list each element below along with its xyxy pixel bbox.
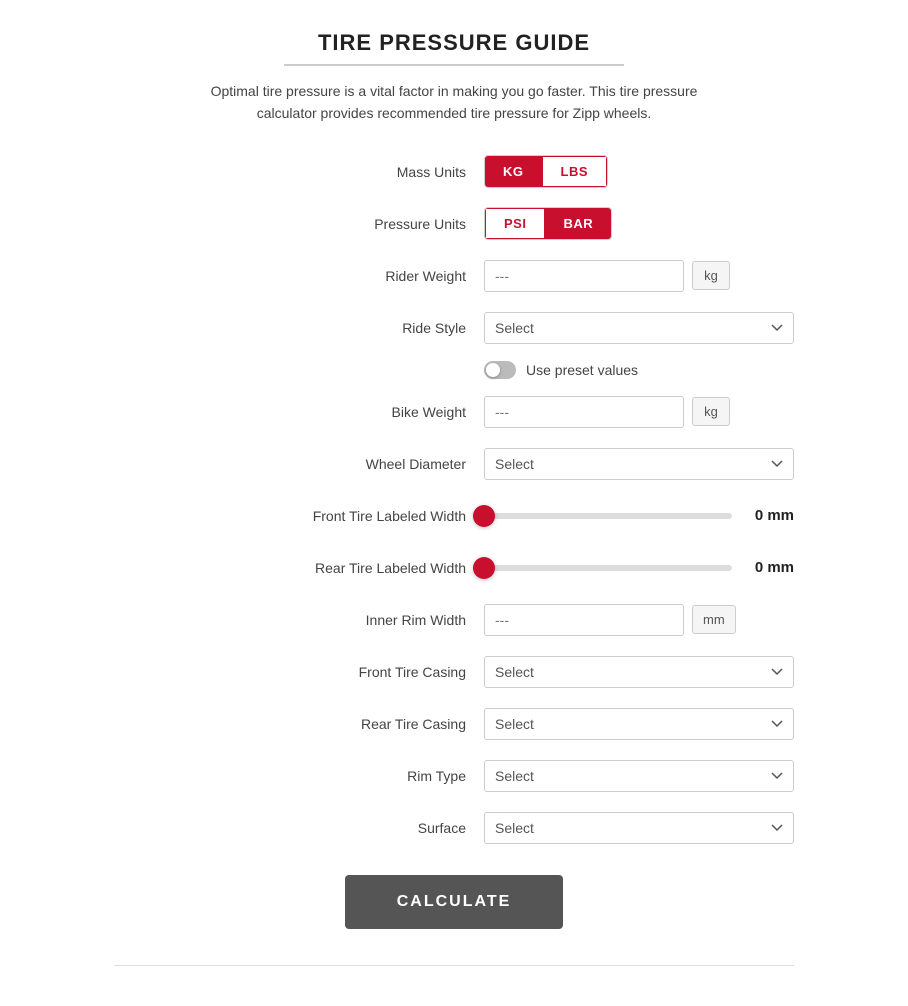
front-tire-casing-label: Front Tire Casing: [284, 664, 484, 680]
title-underline: [284, 64, 624, 66]
front-tire-width-control: 0 mm: [484, 507, 794, 524]
wheel-diameter-label: Wheel Diameter: [284, 456, 484, 472]
rear-tire-casing-row: Rear Tire Casing Select Clincher Tubeles…: [114, 705, 794, 743]
rear-tire-width-row: Rear Tire Labeled Width 0 mm: [114, 549, 794, 587]
rear-tire-casing-select[interactable]: Select Clincher Tubeless Tubular: [484, 708, 794, 740]
surface-select-wrapper: Select Road Gravel MTB: [484, 812, 794, 844]
rider-weight-control: kg: [484, 260, 794, 292]
pressure-bar-button[interactable]: BAR: [545, 208, 611, 239]
bike-weight-control: kg: [484, 396, 794, 428]
calculate-button[interactable]: CALCULATE: [345, 875, 564, 929]
front-tire-width-row: Front Tire Labeled Width 0 mm: [114, 497, 794, 535]
wheel-diameter-select-wrapper: Select 700c 650b 26": [484, 448, 794, 480]
surface-label: Surface: [284, 820, 484, 836]
subtitle: Optimal tire pressure is a vital factor …: [194, 80, 714, 125]
rear-tire-casing-label: Rear Tire Casing: [284, 716, 484, 732]
pressure-units-row: Pressure Units PSI BAR: [114, 205, 794, 243]
rear-tire-casing-control: Select Clincher Tubeless Tubular: [484, 708, 794, 740]
surface-select[interactable]: Select Road Gravel MTB: [484, 812, 794, 844]
preset-area: Use preset values: [484, 361, 794, 379]
preset-toggle-knob: [486, 363, 500, 377]
inner-rim-width-unit: mm: [692, 605, 736, 634]
pressure-psi-button[interactable]: PSI: [485, 208, 545, 239]
rider-weight-unit: kg: [692, 261, 730, 290]
mass-kg-button[interactable]: KG: [485, 156, 542, 187]
preset-row: Use preset values: [114, 361, 794, 379]
mass-units-row: Mass Units KG LBS: [114, 153, 794, 191]
mass-lbs-button[interactable]: LBS: [542, 156, 608, 187]
front-tire-width-value: 0 mm: [746, 507, 794, 524]
wheel-diameter-control: Select 700c 650b 26": [484, 448, 794, 480]
rear-tire-casing-select-wrapper: Select Clincher Tubeless Tubular: [484, 708, 794, 740]
surface-control: Select Road Gravel MTB: [484, 812, 794, 844]
preset-toggle[interactable]: [484, 361, 516, 379]
rear-tire-width-thumb[interactable]: [473, 557, 495, 579]
rider-weight-row: Rider Weight kg: [114, 257, 794, 295]
rim-type-select[interactable]: Select Clincher Hookless: [484, 760, 794, 792]
pressure-units-toggle-group: PSI BAR: [484, 207, 612, 240]
rim-type-label: Rim Type: [284, 768, 484, 784]
front-tire-casing-row: Front Tire Casing Select Clincher Tubele…: [114, 653, 794, 691]
mass-units-toggle-group: KG LBS: [484, 155, 608, 188]
rim-type-control: Select Clincher Hookless: [484, 760, 794, 792]
rider-weight-label: Rider Weight: [284, 268, 484, 284]
inner-rim-width-row: Inner Rim Width mm: [114, 601, 794, 639]
front-tire-casing-select-wrapper: Select Clincher Tubeless Tubular: [484, 656, 794, 688]
page-wrapper: TIRE PRESSURE GUIDE Optimal tire pressur…: [94, 0, 814, 1006]
form-section: Mass Units KG LBS Pressure Units PSI BAR…: [114, 153, 794, 929]
rear-tire-width-label: Rear Tire Labeled Width: [284, 560, 484, 576]
ride-style-select[interactable]: Select Racing Training Endurance: [484, 312, 794, 344]
mass-units-label: Mass Units: [284, 164, 484, 180]
title-section: TIRE PRESSURE GUIDE Optimal tire pressur…: [114, 30, 794, 125]
bike-weight-unit: kg: [692, 397, 730, 426]
ride-style-select-wrapper: Select Racing Training Endurance: [484, 312, 794, 344]
front-tire-width-thumb[interactable]: [473, 505, 495, 527]
wheel-diameter-row: Wheel Diameter Select 700c 650b 26": [114, 445, 794, 483]
rim-type-select-wrapper: Select Clincher Hookless: [484, 760, 794, 792]
surface-row: Surface Select Road Gravel MTB: [114, 809, 794, 847]
preset-label: Use preset values: [526, 362, 638, 378]
ride-style-control: Select Racing Training Endurance: [484, 312, 794, 344]
rider-weight-input[interactable]: [484, 260, 684, 292]
bottom-divider: [114, 965, 794, 967]
page-title: TIRE PRESSURE GUIDE: [114, 30, 794, 56]
front-tire-casing-select[interactable]: Select Clincher Tubeless Tubular: [484, 656, 794, 688]
front-tire-casing-control: Select Clincher Tubeless Tubular: [484, 656, 794, 688]
inner-rim-width-label: Inner Rim Width: [284, 612, 484, 628]
wheel-diameter-select[interactable]: Select 700c 650b 26": [484, 448, 794, 480]
rear-tire-width-value: 0 mm: [746, 559, 794, 576]
front-tire-width-label: Front Tire Labeled Width: [284, 508, 484, 524]
rim-type-row: Rim Type Select Clincher Hookless: [114, 757, 794, 795]
inner-rim-width-control: mm: [484, 604, 794, 636]
bike-weight-label: Bike Weight: [284, 404, 484, 420]
rear-tire-width-control: 0 mm: [484, 559, 794, 576]
front-tire-width-track[interactable]: [484, 513, 732, 519]
bike-weight-input[interactable]: [484, 396, 684, 428]
pressure-units-control: PSI BAR: [484, 207, 794, 240]
ride-style-label: Ride Style: [284, 320, 484, 336]
rear-tire-width-track[interactable]: [484, 565, 732, 571]
inner-rim-width-input[interactable]: [484, 604, 684, 636]
bike-weight-row: Bike Weight kg: [114, 393, 794, 431]
mass-units-control: KG LBS: [484, 155, 794, 188]
pressure-units-label: Pressure Units: [284, 216, 484, 232]
ride-style-row: Ride Style Select Racing Training Endura…: [114, 309, 794, 347]
